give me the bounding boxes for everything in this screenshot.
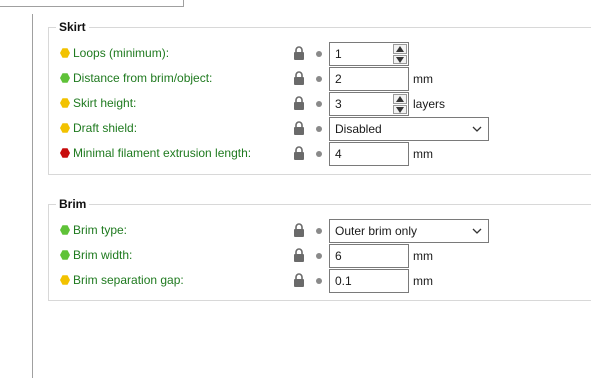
brim-type-select[interactable]: Outer brim only bbox=[329, 219, 489, 243]
brim-width-row: Brim width: 6 mm bbox=[49, 244, 591, 268]
spin-up-icon bbox=[396, 96, 404, 102]
brim-type-value: Outer brim only bbox=[335, 224, 418, 238]
skirt-group: Skirt Loops (minimum): 1 Distance from b… bbox=[48, 20, 591, 175]
mode-hexagon-icon bbox=[60, 98, 70, 108]
draft-shield-select[interactable]: Disabled bbox=[329, 117, 489, 141]
spin-down-icon bbox=[396, 106, 404, 113]
bullet-icon bbox=[316, 76, 322, 82]
brim-gap-input[interactable]: 0.1 bbox=[329, 269, 409, 293]
draft-shield-row: Draft shield: Disabled bbox=[49, 117, 591, 141]
bullet-icon bbox=[316, 278, 322, 284]
lock-icon[interactable] bbox=[293, 96, 305, 111]
spin-up-button[interactable] bbox=[393, 94, 407, 104]
skirt-distance-value: 2 bbox=[335, 72, 342, 86]
skirt-loops-row: Loops (minimum): 1 bbox=[49, 42, 591, 66]
skirt-height-value: 3 bbox=[335, 97, 342, 111]
min-extrusion-input[interactable]: 4 bbox=[329, 142, 409, 166]
lock-icon[interactable] bbox=[293, 248, 305, 263]
skirt-group-title: Skirt bbox=[56, 20, 89, 34]
bullet-icon bbox=[316, 101, 322, 107]
bullet-icon bbox=[316, 253, 322, 259]
bullet-icon bbox=[316, 228, 322, 234]
min-extrusion-value: 4 bbox=[335, 147, 342, 161]
mode-hexagon-icon bbox=[60, 48, 70, 58]
brim-type-row: Brim type: Outer brim only bbox=[49, 219, 591, 243]
brim-gap-row: Brim separation gap: 0.1 mm bbox=[49, 269, 591, 293]
brim-width-value: 6 bbox=[335, 249, 342, 263]
spin-down-button[interactable] bbox=[393, 54, 407, 64]
bullet-icon bbox=[316, 126, 322, 132]
skirt-distance-label: Distance from brim/object: bbox=[73, 71, 213, 85]
skirt-loops-label: Loops (minimum): bbox=[73, 46, 170, 60]
lock-icon[interactable] bbox=[293, 273, 305, 288]
bullet-icon bbox=[316, 151, 322, 157]
brim-gap-label: Brim separation gap: bbox=[73, 273, 184, 287]
spin-up-button[interactable] bbox=[393, 44, 407, 54]
brim-group-title: Brim bbox=[56, 197, 90, 211]
mode-hexagon-icon bbox=[60, 123, 70, 133]
skirt-distance-input[interactable]: 2 bbox=[329, 67, 409, 91]
spin-up-icon bbox=[396, 46, 404, 52]
brim-group: Brim Brim type: Outer brim only Brim wid… bbox=[48, 197, 591, 301]
lock-icon[interactable] bbox=[293, 71, 305, 86]
skirt-loops-spinner[interactable]: 1 bbox=[329, 42, 409, 66]
top-panel-edge bbox=[0, 0, 184, 7]
min-extrusion-row: Minimal filament extrusion length: 4 mm bbox=[49, 142, 591, 166]
mode-hexagon-icon bbox=[60, 148, 70, 158]
skirt-height-unit: layers bbox=[413, 97, 446, 111]
sidebar-divider bbox=[32, 14, 33, 378]
chevron-down-icon bbox=[472, 228, 482, 234]
skirt-distance-unit: mm bbox=[413, 72, 433, 86]
brim-type-label: Brim type: bbox=[73, 223, 128, 237]
brim-width-unit: mm bbox=[413, 249, 433, 263]
skirt-height-label: Skirt height: bbox=[73, 96, 137, 110]
skirt-distance-row: Distance from brim/object: 2 mm bbox=[49, 67, 591, 91]
spin-buttons bbox=[393, 94, 407, 114]
mode-hexagon-icon bbox=[60, 225, 70, 235]
min-extrusion-label: Minimal filament extrusion length: bbox=[73, 146, 252, 160]
skirt-height-row: Skirt height: 3 layers bbox=[49, 92, 591, 116]
spin-down-icon bbox=[396, 56, 404, 63]
mode-hexagon-icon bbox=[60, 275, 70, 285]
spin-buttons bbox=[393, 44, 407, 64]
draft-shield-value: Disabled bbox=[335, 122, 382, 136]
mode-hexagon-icon bbox=[60, 73, 70, 83]
skirt-loops-value: 1 bbox=[335, 47, 342, 61]
lock-icon[interactable] bbox=[293, 121, 305, 136]
min-extrusion-unit: mm bbox=[413, 147, 433, 161]
mode-hexagon-icon bbox=[60, 250, 70, 260]
bullet-icon bbox=[316, 51, 322, 57]
spin-down-button[interactable] bbox=[393, 104, 407, 114]
skirt-height-spinner[interactable]: 3 bbox=[329, 92, 409, 116]
lock-icon[interactable] bbox=[293, 46, 305, 61]
brim-width-label: Brim width: bbox=[73, 248, 133, 262]
lock-icon[interactable] bbox=[293, 223, 305, 238]
chevron-down-icon bbox=[472, 126, 482, 132]
draft-shield-label: Draft shield: bbox=[73, 121, 138, 135]
brim-gap-unit: mm bbox=[413, 274, 433, 288]
lock-icon[interactable] bbox=[293, 146, 305, 161]
brim-gap-value: 0.1 bbox=[335, 274, 352, 288]
brim-width-input[interactable]: 6 bbox=[329, 244, 409, 268]
